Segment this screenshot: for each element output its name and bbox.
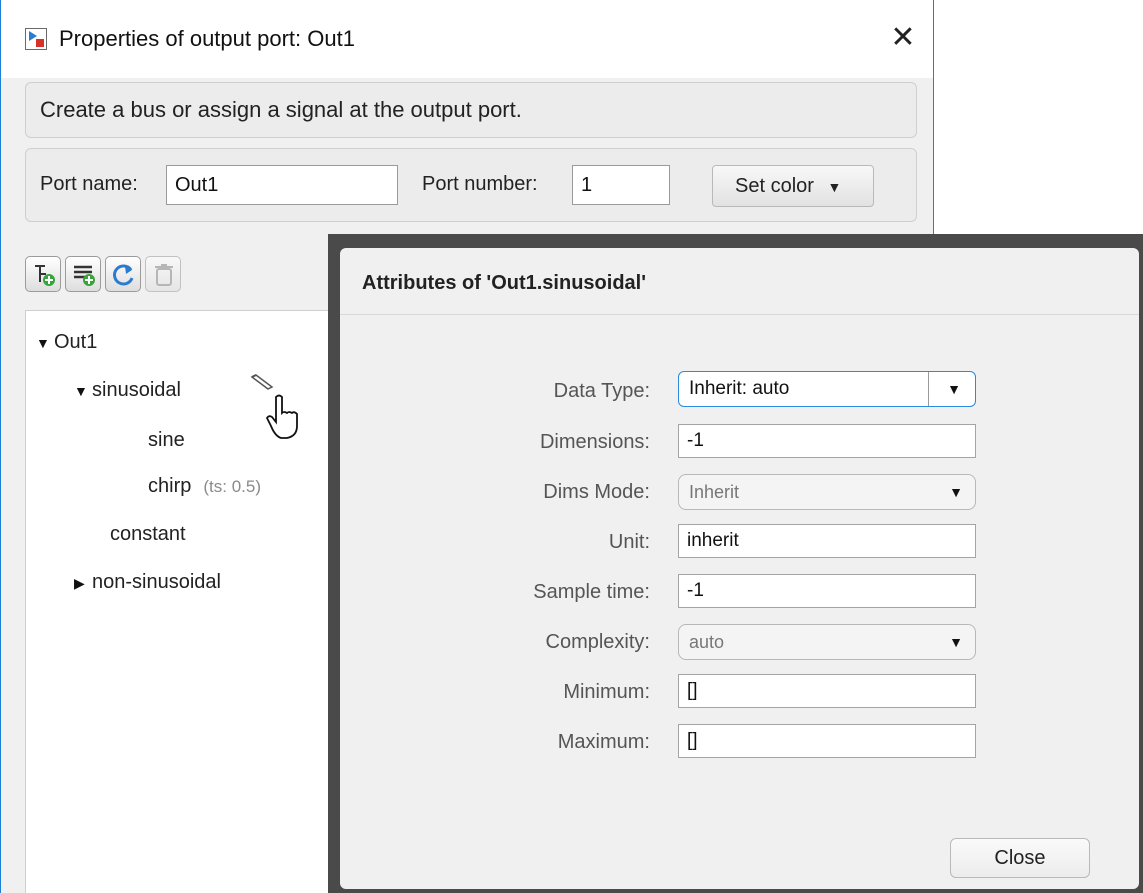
unit-input[interactable]: inherit (678, 524, 976, 558)
tree-item-sinusoidal[interactable]: ▼ sinusoidal (74, 379, 181, 402)
data-type-label: Data Type: (553, 380, 650, 402)
sample-time-label: Sample time: (533, 581, 650, 603)
maximum-input[interactable]: [] (678, 724, 976, 758)
complexity-value: auto (689, 632, 725, 652)
chevron-down-icon: ▼ (827, 179, 842, 195)
tree-item-label: Out1 (54, 331, 98, 353)
port-number-label: Port number: (422, 173, 538, 195)
chevron-down-icon: ▼ (947, 381, 961, 397)
unit-label: Unit: (608, 531, 650, 553)
dims-mode-value: Inherit (689, 482, 740, 502)
data-type-select[interactable]: Inherit: auto ▼ (678, 371, 976, 407)
tree-item-label: sinusoidal (92, 379, 181, 401)
refresh-icon (113, 264, 134, 286)
dimensions-label: Dimensions: (539, 431, 650, 453)
delete-button[interactable] (145, 256, 181, 292)
port-name-label: Port name: (40, 173, 138, 195)
dims-mode-select[interactable]: Inherit ▼ (678, 474, 976, 510)
port-number-input[interactable]: 1 (572, 165, 670, 205)
description-text: Create a bus or assign a signal at the o… (40, 97, 522, 122)
hand-cursor-icon (265, 393, 300, 445)
minimum-label: Minimum: (563, 681, 650, 703)
simulink-port-icon (25, 28, 47, 50)
caret-right-icon: ▶ (74, 575, 85, 591)
set-color-label: Set color (735, 175, 814, 197)
dimensions-input[interactable]: -1 (678, 424, 976, 458)
divider (340, 314, 1139, 315)
attributes-panel: Attributes of 'Out1.sinusoidal' Data Typ… (340, 248, 1139, 889)
add-signal-icon (74, 265, 95, 286)
port-settings-panel: Port name: Out1 Port number: 1 Set color… (25, 148, 917, 222)
attributes-title: Attributes of 'Out1.sinusoidal' (362, 272, 646, 294)
maximum-label: Maximum: (557, 731, 650, 753)
complexity-label: Complexity: (545, 631, 650, 653)
dims-mode-label: Dims Mode: (543, 481, 650, 503)
complexity-select[interactable]: auto ▼ (678, 624, 976, 660)
signal-tree: ▼ Out1 ▼ sinusoidal sine chirp (ts: 0.5) co… (25, 310, 345, 893)
close-button[interactable]: Close (950, 838, 1090, 878)
tree-item-label: chirp (148, 475, 192, 497)
set-color-button[interactable]: Set color ▼ (712, 165, 874, 207)
minimum-input[interactable]: [] (678, 674, 976, 708)
tree-item-non-sinusoidal[interactable]: ▶ non-sinusoidal (74, 571, 221, 594)
add-subsignal-button[interactable] (25, 256, 61, 292)
chevron-down-icon: ▼ (949, 634, 963, 650)
window-title: Properties of output port: Out1 (59, 26, 355, 51)
caret-down-icon: ▼ (74, 383, 88, 399)
add-subsignal-icon (35, 265, 55, 286)
refresh-button[interactable] (105, 256, 141, 292)
sample-time-input[interactable]: -1 (678, 574, 976, 608)
trash-icon (155, 264, 173, 286)
attributes-dialog: Attributes of 'Out1.sinusoidal' Data Typ… (328, 234, 1143, 893)
data-type-value: Inherit: auto (689, 378, 790, 399)
tree-item-label: non-sinusoidal (92, 571, 221, 593)
tree-item-out1[interactable]: ▼ Out1 (36, 331, 97, 354)
port-name-input[interactable]: Out1 (166, 165, 398, 205)
title-bar: Properties of output port: Out1 ✕ (1, 0, 933, 78)
divider (928, 372, 929, 406)
sample-time-annotation: (ts: 0.5) (203, 477, 261, 496)
tree-item-sine[interactable]: sine (148, 429, 185, 452)
tree-item-chirp[interactable]: chirp (ts: 0.5) (148, 475, 261, 498)
caret-down-icon: ▼ (36, 335, 50, 351)
add-signal-button[interactable] (65, 256, 101, 292)
tree-item-constant[interactable]: constant (110, 523, 186, 546)
close-window-icon[interactable]: ✕ (883, 18, 923, 58)
chevron-down-icon: ▼ (949, 484, 963, 500)
description-panel: Create a bus or assign a signal at the o… (25, 82, 917, 138)
